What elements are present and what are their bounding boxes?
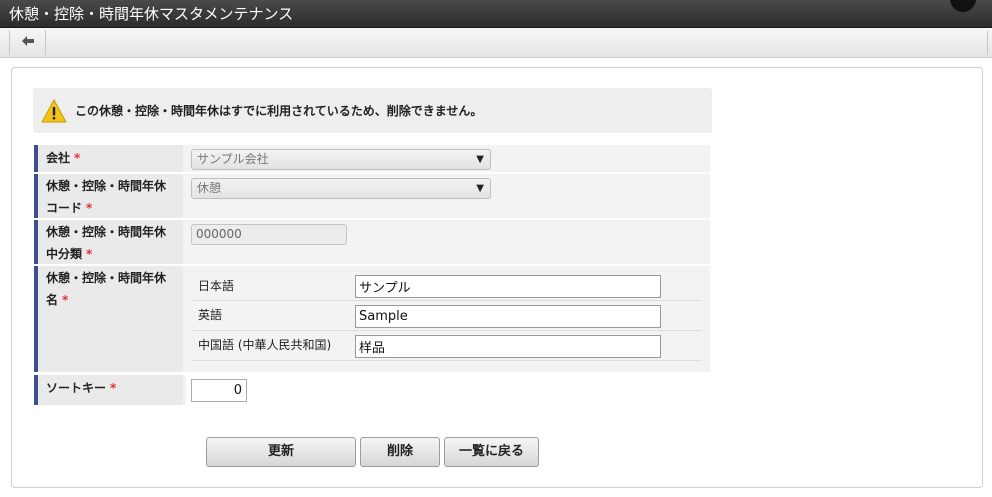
sort-key-row: ソートキー * [34,375,710,405]
dropdown-arrow-icon: ▼ [476,183,484,194]
code-row: 休憩・控除・時間年休コード * 休憩 ▼ [34,174,710,218]
title-bar: 休憩・控除・時間年休マスタメンテナンス [0,0,992,28]
sort-key-header: ソートキー * [34,375,183,405]
code-label: 休憩・控除・時間年休コード [46,179,167,215]
company-label: 会社 [46,151,71,165]
back-button[interactable] [9,30,46,55]
delete-button[interactable]: 削除 [360,437,440,467]
toolbar [0,28,992,58]
sort-key-cell [186,375,710,405]
toolbar-divider [987,31,988,55]
arrow-left-icon [21,35,35,50]
update-button[interactable]: 更新 [206,437,356,467]
required-mark: * [74,151,81,165]
name-ja-input[interactable] [355,275,661,298]
company-row: 会社 * サンプル会社 ▼ [34,145,710,172]
sort-key-label: ソートキー [46,381,107,395]
code-cell: 休憩 ▼ [186,174,710,218]
name-header: 休憩・控除・時間年休名 * [34,266,183,372]
dropdown-arrow-icon: ▼ [476,154,484,165]
back-to-list-button[interactable]: 一覧に戻る [444,437,539,467]
alert-message: この休憩・控除・時間年休はすでに利用されているため、削除できません。 [75,104,483,118]
subcategory-value: 000000 [196,227,242,241]
warning-icon [41,98,67,123]
window-corner [950,0,976,12]
required-mark: * [110,381,117,395]
code-select[interactable]: 休憩 ▼ [191,178,491,199]
company-header: 会社 * [34,145,183,172]
name-en-input[interactable] [355,305,661,328]
required-mark: * [62,293,69,307]
name-cell: 日本語 英語 中国語 (中華人民共和国) [186,266,710,372]
lang-divider [192,360,702,361]
code-header: 休憩・控除・時間年休コード * [34,174,183,218]
company-select-value: サンプル会社 [197,152,269,166]
lang-label-ja: 日本語 [198,279,235,293]
lang-label-zh: 中国語 (中華人民共和国) [198,338,332,352]
lang-divider [192,330,702,331]
subcategory-label: 休憩・控除・時間年休中分類 [46,225,167,261]
required-mark: * [86,201,93,215]
required-mark: * [86,247,93,261]
code-select-value: 休憩 [197,181,222,195]
lang-divider [192,300,702,301]
subcategory-field: 000000 [191,224,347,245]
lang-label-en: 英語 [198,308,223,322]
window-title: 休憩・控除・時間年休マスタメンテナンス [9,5,294,23]
alert-box: この休憩・控除・時間年休はすでに利用されているため、削除できません。 [33,88,712,133]
name-zh-input[interactable] [355,335,661,358]
sort-key-input[interactable] [191,379,247,402]
subcategory-cell: 000000 [186,220,710,264]
subcategory-row: 休憩・控除・時間年休中分類 * 000000 [34,220,710,264]
company-select[interactable]: サンプル会社 ▼ [191,149,491,170]
company-cell: サンプル会社 ▼ [186,145,710,172]
subcategory-header: 休憩・控除・時間年休中分類 * [34,220,183,264]
name-row: 休憩・控除・時間年休名* 日本語 英語 中国語 (中華人民共和国) [34,266,710,372]
